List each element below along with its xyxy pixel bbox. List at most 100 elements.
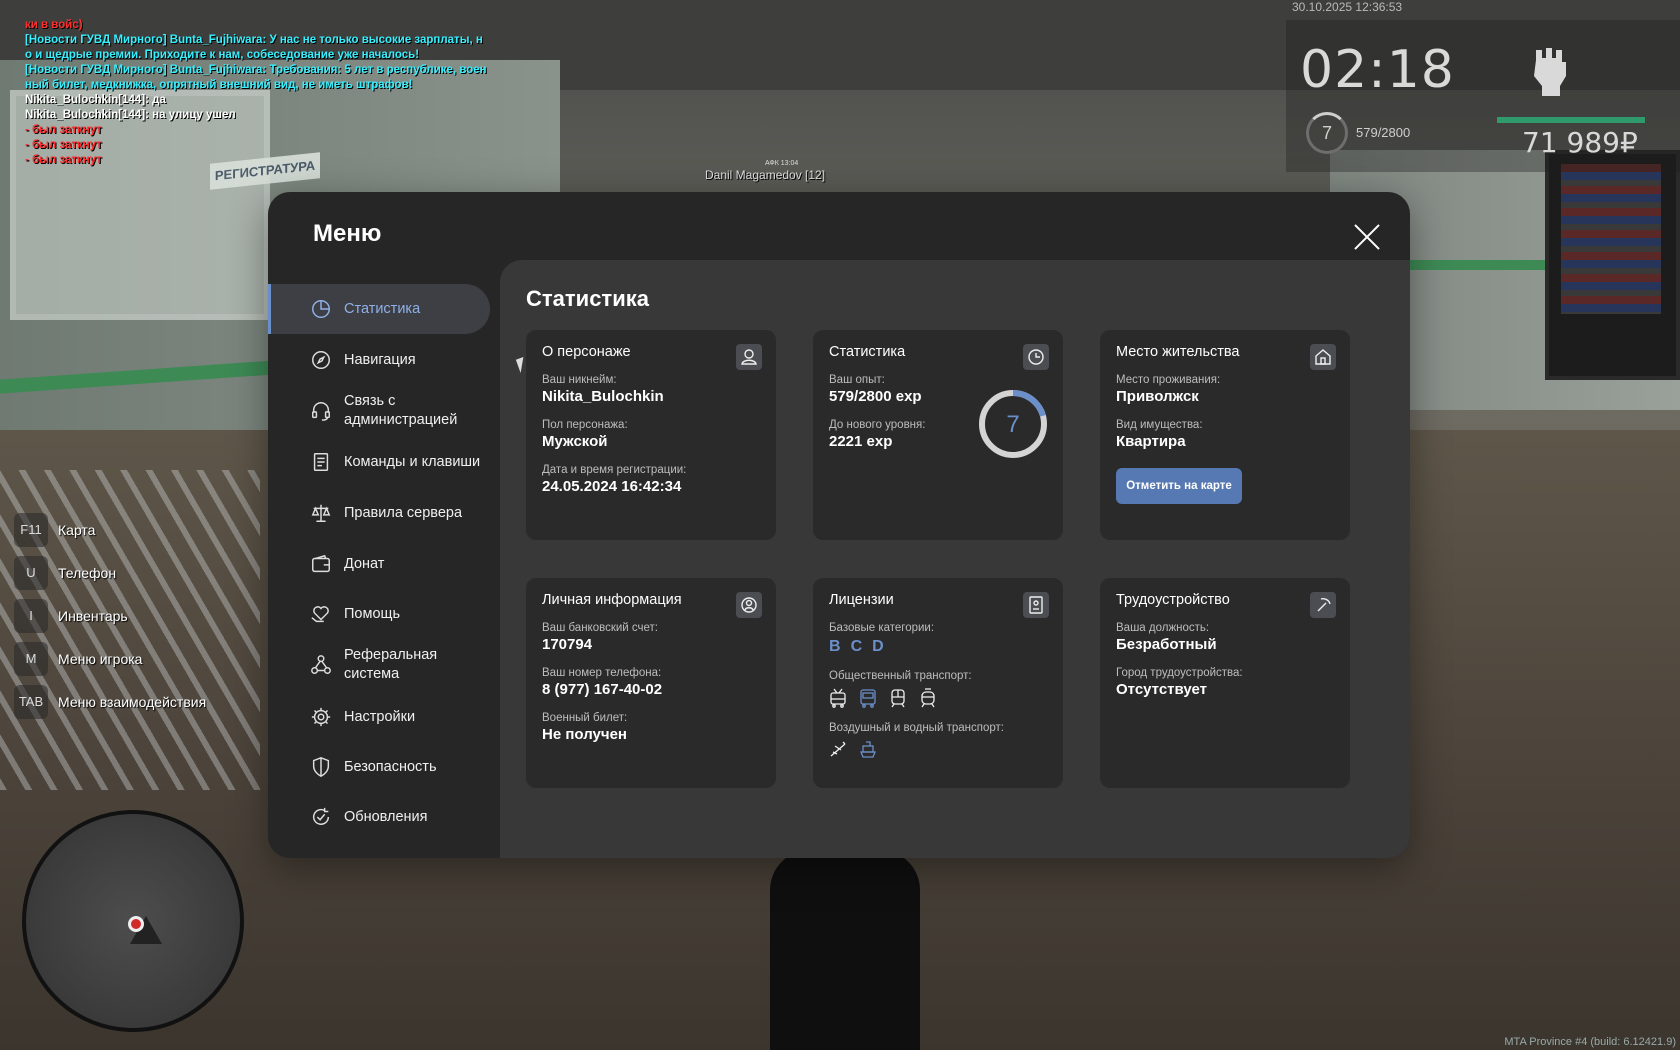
- military-id-value: Не получен: [542, 726, 627, 743]
- chat-line: - был заткнут: [25, 124, 102, 136]
- nav-item-navigation[interactable]: Навигация: [268, 334, 490, 386]
- chat-line: Nikita_Bulochkin[144]: да: [25, 94, 166, 106]
- nav-item-security[interactable]: Безопасность: [268, 742, 490, 792]
- nav-item-referral[interactable]: Реферальная система: [268, 639, 490, 691]
- close-button[interactable]: [1352, 222, 1382, 252]
- nav-label: Реферальная система: [344, 647, 438, 682]
- gear-icon: [311, 707, 331, 726]
- license-card-icon: [1023, 592, 1049, 618]
- train-icon: [891, 689, 905, 708]
- chat-line: - был заткнут: [25, 139, 102, 151]
- hud-time: 02:18: [1300, 40, 1455, 100]
- card-stats: Статистика Ваш опыт: 579/2800 exp До нов…: [813, 330, 1063, 540]
- field-label: Ваш никнейм:: [542, 374, 617, 386]
- key-hint-interaction-menu: TAB Меню взаимодействия: [14, 680, 206, 723]
- nav-label: Обновления: [344, 809, 428, 825]
- nav-label: Навигация: [344, 352, 416, 368]
- chat-line: [Новости ГУВД Мирного] Bunta_Fujhiwara: …: [25, 34, 483, 46]
- key-hint-inventory: I Инвентарь: [14, 594, 206, 637]
- menu-sidebar: Статистика Навигация Связь с администрац…: [268, 284, 500, 842]
- field-label: Общественный транспорт:: [829, 670, 972, 682]
- nav-label: Помощь: [344, 606, 401, 622]
- field-label: Базовые категории:: [829, 622, 935, 634]
- card-title: О персонаже: [542, 344, 631, 360]
- wallet-icon: [312, 554, 330, 572]
- headset-icon: [312, 402, 330, 421]
- house-icon: [1310, 344, 1336, 370]
- user-icon: [736, 344, 762, 370]
- key-hint-phone: U Телефон: [14, 551, 206, 594]
- key-cap: M: [14, 641, 48, 676]
- nav-label: Настройки: [344, 708, 416, 725]
- card-licenses: Лицензии Базовые категории: B C D Общест…: [813, 578, 1063, 788]
- field-label: Город трудоустройства:: [1116, 667, 1243, 679]
- nav-label: Правила сервера: [344, 505, 463, 521]
- nav-item-help[interactable]: Помощь: [268, 589, 490, 639]
- registration-value: 24.05.2024 16:42:34: [542, 478, 682, 495]
- nav-item-statistics[interactable]: Статистика: [268, 284, 490, 334]
- card-residence: Место жительства Место проживания: Приво…: [1100, 330, 1350, 540]
- tram-icon: [921, 688, 935, 708]
- server-watermark: MTA Province #4 (build: 6.12421.9): [1504, 1036, 1676, 1048]
- clock-chart-icon: [1023, 344, 1049, 370]
- level-number: 7: [1006, 411, 1019, 438]
- nav-item-updates[interactable]: Обновления: [268, 792, 490, 842]
- nav-item-rules[interactable]: Правила сервера: [268, 488, 490, 538]
- menu-modal: Меню Статистика Навигация Связь с админи…: [268, 192, 1410, 858]
- job-city-value: Отсутствует: [1116, 681, 1208, 698]
- hud-money: 71 989₽: [1522, 126, 1638, 159]
- key-label: Карта: [58, 521, 96, 538]
- field-label: Пол персонажа:: [542, 419, 628, 431]
- minimap: [22, 810, 244, 1032]
- residence-city-value: Приволжск: [1116, 388, 1199, 405]
- key-hint-player-menu: M Меню игрока: [14, 637, 206, 680]
- field-label: Вид имущества:: [1116, 419, 1203, 431]
- nav-item-settings[interactable]: Настройки: [268, 691, 490, 742]
- nav-item-commands[interactable]: Команды и клавиши: [268, 436, 490, 488]
- player-character: [770, 850, 920, 1050]
- key-label: Инвентарь: [58, 607, 128, 624]
- afk-label: АФК 13:04: [765, 160, 799, 167]
- nav-label: Безопасность: [344, 759, 437, 775]
- card-title: Трудоустройство: [1116, 592, 1230, 608]
- gender-value: Мужской: [542, 433, 608, 450]
- document-list-icon: [313, 453, 329, 471]
- public-transport-icons: [829, 688, 1047, 708]
- menu-title: Меню: [313, 220, 382, 247]
- chat-line: Nikita_Bulochkin[144]: на улицу ушел: [25, 109, 236, 121]
- field-label: Воздушный и водный транспорт:: [829, 722, 1004, 734]
- chat-line: [Новости ГУВД Мирного] Bunta_Fujhiwara: …: [25, 64, 487, 76]
- health-bar: [1497, 117, 1645, 123]
- card-title: Лицензии: [829, 592, 894, 608]
- key-hint-map: F11 Карта: [14, 508, 206, 551]
- field-label: Место проживания:: [1116, 374, 1221, 386]
- nickname-value: Nikita_Bulochkin: [542, 388, 664, 405]
- key-cap: TAB: [14, 684, 48, 719]
- card-title: Статистика: [829, 344, 906, 360]
- nav-item-donate[interactable]: Донат: [268, 538, 490, 589]
- hud-date: 30.10.2025 12:36:53: [1292, 0, 1403, 14]
- bank-account-value: 170794: [542, 636, 593, 653]
- card-character: О персонаже Ваш никнейм: Nikita_Bulochki…: [526, 330, 776, 540]
- hud-level: 7: [1321, 123, 1332, 143]
- network-icon: [311, 655, 331, 674]
- mark-on-map-button[interactable]: Отметить на карте: [1116, 468, 1242, 504]
- nav-item-contact-admin[interactable]: Связь с администрацией: [268, 386, 490, 436]
- key-label: Телефон: [58, 564, 117, 581]
- chat-line: о и щедрые премии. Приходите к нам, собе…: [25, 49, 420, 61]
- job-position-value: Безработный: [1116, 636, 1217, 653]
- id-circle-icon: [736, 592, 762, 618]
- nav-label: Статистика: [344, 301, 421, 317]
- pickaxe-icon: [1310, 592, 1336, 618]
- scales-icon: [311, 504, 331, 522]
- chat-line: ки в войс): [25, 19, 83, 31]
- nav-label: Донат: [344, 555, 385, 572]
- card-personal-info: Личная информация Ваш банковский счет: 1…: [526, 578, 776, 788]
- key-label: Меню игрока: [58, 650, 143, 667]
- level-progress-ring: 7: [979, 390, 1047, 458]
- compass-icon: [312, 351, 330, 369]
- refresh-check-icon: [312, 807, 330, 825]
- field-label: Дата и время регистрации:: [542, 464, 687, 476]
- air-water-transport-icons: [829, 740, 1047, 760]
- field-label: Ваш номер телефона:: [542, 667, 662, 679]
